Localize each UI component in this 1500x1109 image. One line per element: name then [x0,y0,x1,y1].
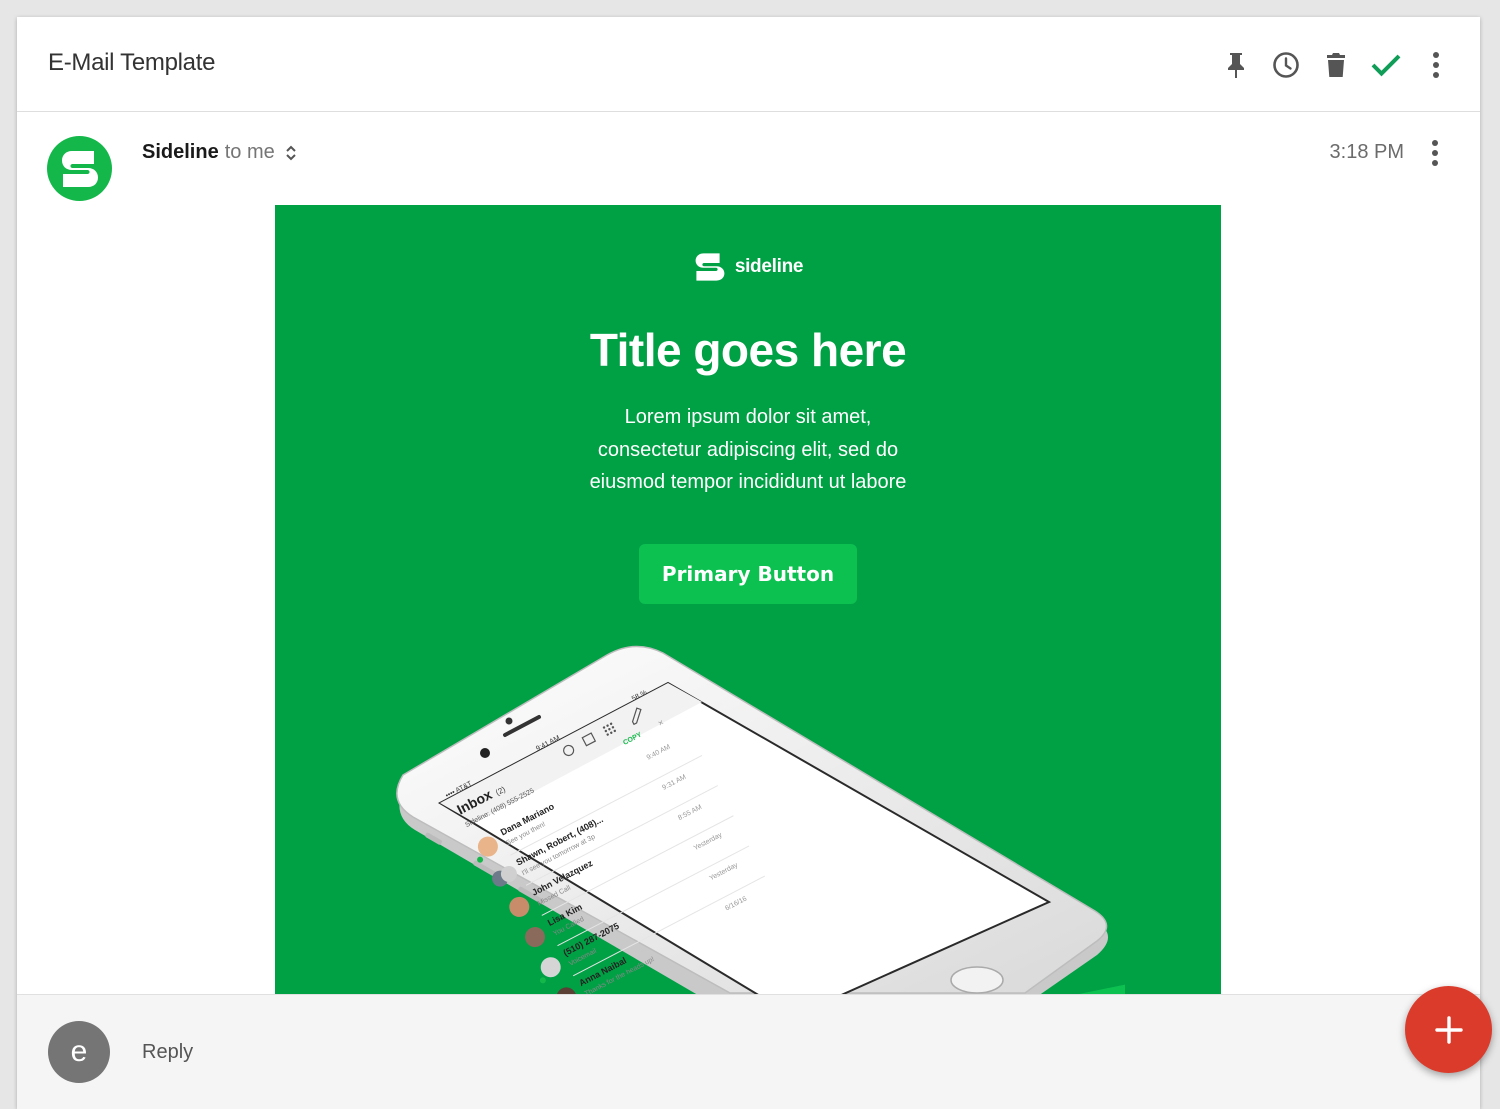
sender-name: Sideline [142,141,219,163]
trash-icon[interactable] [1318,47,1354,83]
email-title: Title goes here [589,324,907,376]
reply-button[interactable]: Reply [142,1041,193,1064]
email-paragraph: Lorem ipsum dolor sit amet, consectetur … [275,401,1221,499]
toolbar: E-Mail Template [17,17,1480,112]
contact-avatar [509,896,530,917]
email-logo: sideline [275,251,1221,283]
sideline-logo-icon [695,253,725,281]
user-avatar: e [48,1021,110,1083]
message-more-icon[interactable] [1417,135,1453,171]
email-card: E-Mail Template Sideline to me 3:18 PM s… [17,17,1480,1109]
unread-dot [539,977,546,984]
sideline-logo-icon [61,150,98,187]
contact-avatar [524,927,545,948]
reply-bar[interactable]: e Reply [17,994,1480,1109]
contact-avatar [540,957,561,978]
more-vert-icon[interactable] [1418,47,1454,83]
clock-icon[interactable] [1268,47,1304,83]
email-paragraph-line: eiusmod tempor incididunt ut labore [589,471,907,493]
email-paragraph-line: Lorem ipsum dolor sit amet, [624,406,872,428]
compose-fab[interactable] [1405,986,1492,1073]
message-time: 3:18 PM [1329,141,1404,163]
phone-mockup: •••• AT&T 9:41 AM 58 % Inbox (2) Sidelin… [396,645,1125,995]
recipient-label: to me [224,141,275,163]
primary-button[interactable]: Primary Button [639,544,857,604]
check-icon[interactable] [1368,47,1404,83]
sender-line: Sideline to me [142,141,297,164]
email-body: sideline Title goes here Lorem ipsum dol… [275,205,1221,995]
pin-icon[interactable] [1218,47,1254,83]
logo-text: sideline [734,256,804,277]
email-paragraph-line: consectetur adipiscing elit, sed do [597,438,899,461]
sender-avatar[interactable] [47,136,112,201]
expand-details-icon[interactable] [285,144,297,162]
page-title: E-Mail Template [48,49,216,76]
plus-icon [1434,1015,1463,1044]
